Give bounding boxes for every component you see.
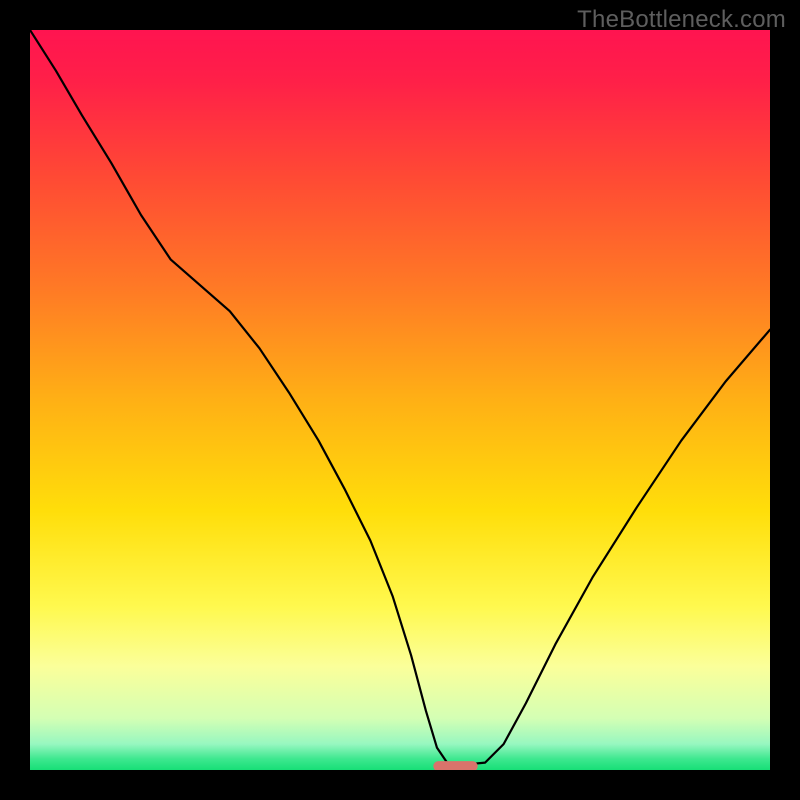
chart-gradient-bg (30, 30, 770, 770)
watermark-text: TheBottleneck.com (577, 6, 786, 34)
bottleneck-chart (30, 30, 770, 770)
chart-frame: TheBottleneck.com (0, 0, 800, 800)
optimum-marker (433, 761, 477, 770)
